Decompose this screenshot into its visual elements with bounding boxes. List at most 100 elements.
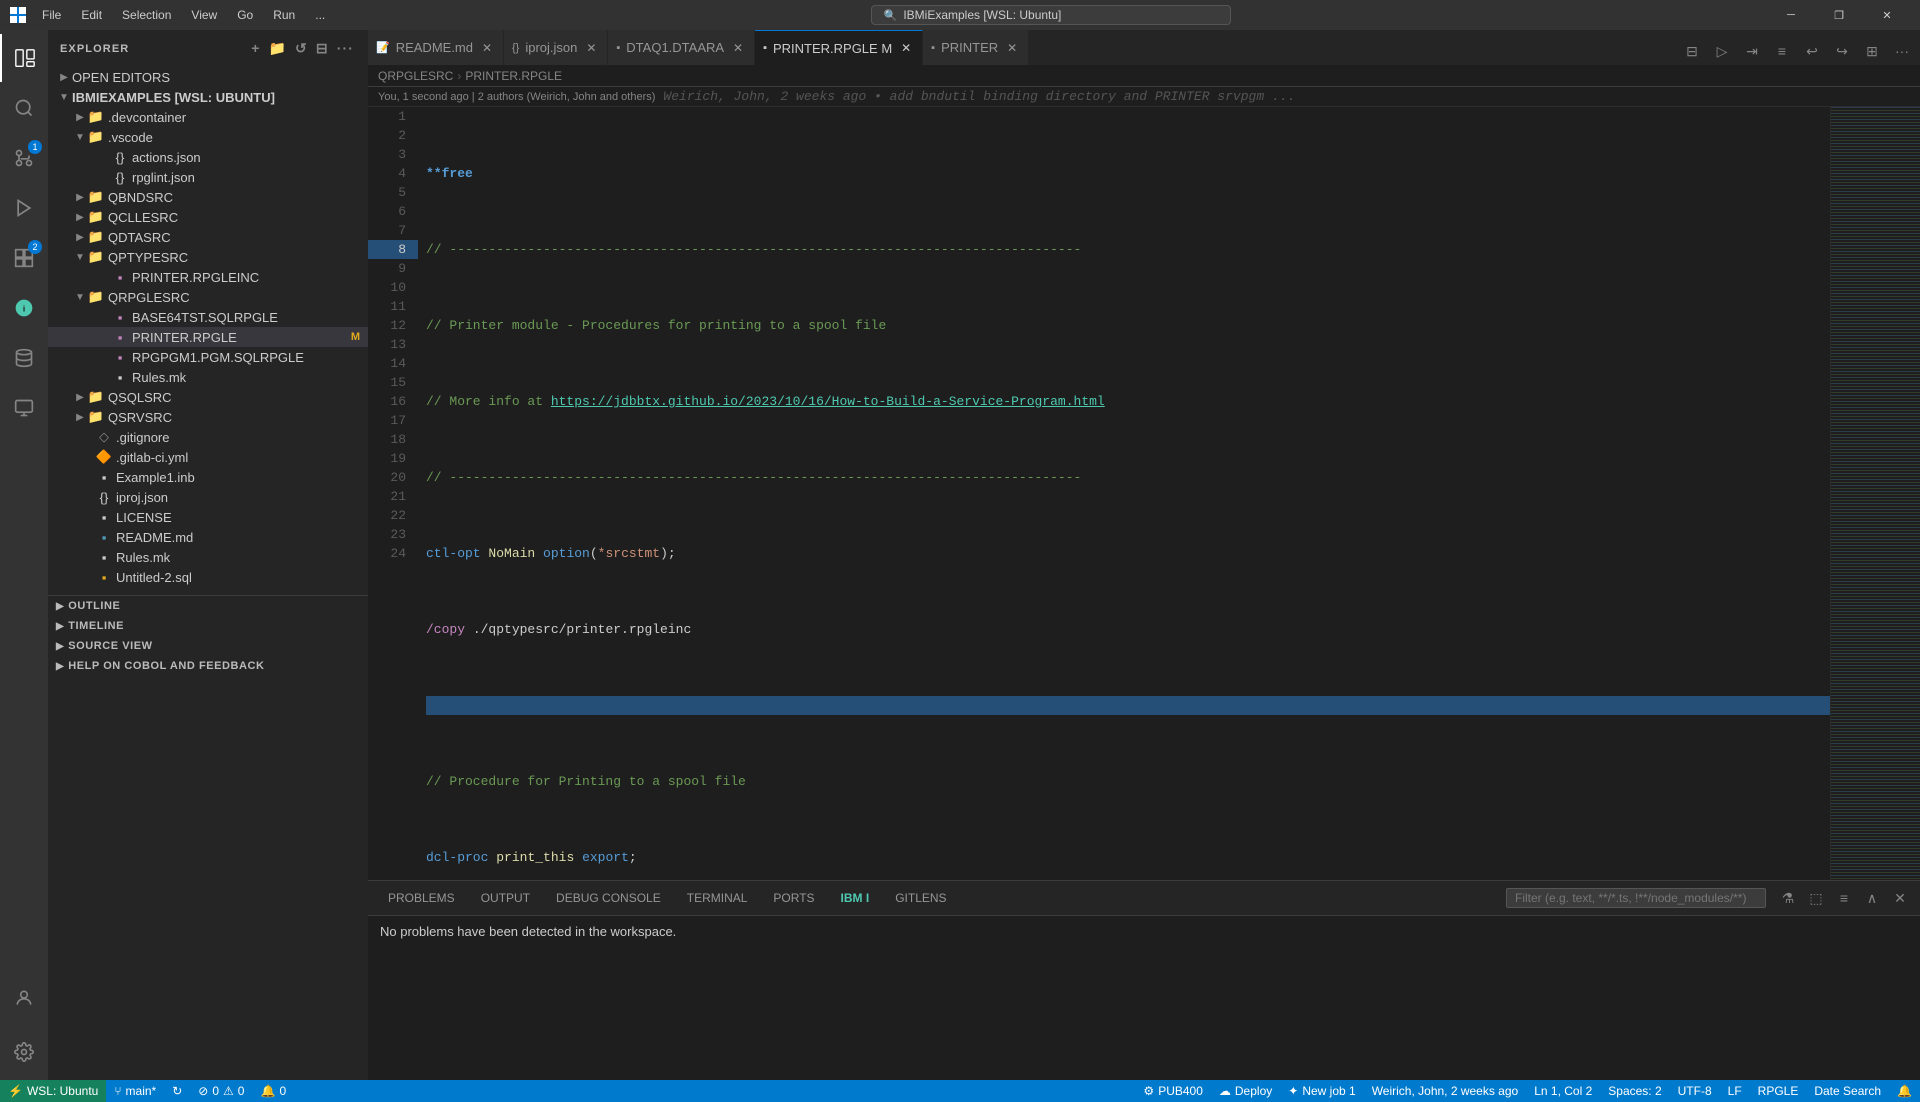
tab-readme[interactable]: 📝 README.md ✕ xyxy=(368,30,504,65)
sidebar-item-gitlab-ci[interactable]: 🔶 .gitlab-ci.yml xyxy=(48,447,368,467)
sidebar-item-qrpglesrc[interactable]: ▼ 📁 QRPGLESRC xyxy=(48,287,368,307)
run-debug-icon[interactable] xyxy=(0,184,48,232)
menu-go[interactable]: Go xyxy=(229,6,261,24)
sidebar-item-vscode[interactable]: ▼ 📁 .vscode xyxy=(48,127,368,147)
status-new-job[interactable]: ✦ New job 1 xyxy=(1280,1080,1363,1102)
sidebar-item-outline[interactable]: ▶ OUTLINE xyxy=(48,596,368,616)
undo-icon[interactable]: ↩ xyxy=(1798,37,1826,65)
status-wsl[interactable]: ⚡ WSL: Ubuntu xyxy=(0,1080,106,1102)
extensions-icon[interactable]: 2 xyxy=(0,234,48,282)
menu-run[interactable]: Run xyxy=(265,6,303,24)
printer2-tab-close[interactable]: ✕ xyxy=(1004,40,1020,56)
sidebar-item-license[interactable]: ▪ LICENSE xyxy=(48,507,368,527)
refresh-icon[interactable]: ↺ xyxy=(293,38,310,59)
list-icon[interactable]: ≡ xyxy=(1832,886,1856,910)
iproj-tab-close[interactable]: ✕ xyxy=(583,40,599,56)
panel-tab-problems[interactable]: PROBLEMS xyxy=(376,887,467,910)
panel-tab-gitlens[interactable]: GITLENS xyxy=(883,887,958,910)
breadcrumb-qrpglesrc[interactable]: QRPGLESRC xyxy=(378,69,453,83)
sidebar-item-gitignore[interactable]: ◇ .gitignore xyxy=(48,427,368,447)
remote-icon[interactable] xyxy=(0,384,48,432)
sidebar-item-untitled-sql[interactable]: ▪ Untitled-2.sql xyxy=(48,567,368,587)
debug-run-icon[interactable]: ⇥ xyxy=(1738,37,1766,65)
sidebar-item-qsqlsrc[interactable]: ▶ 📁 QSQLSRC xyxy=(48,387,368,407)
explorer-icon[interactable] xyxy=(0,34,48,82)
status-eol[interactable]: LF xyxy=(1720,1080,1750,1102)
sidebar-item-qcllesrc[interactable]: ▶ 📁 QCLLESRC xyxy=(48,207,368,227)
diff-icon[interactable]: ⊞ xyxy=(1858,37,1886,65)
breadcrumb-printer-rpgle[interactable]: PRINTER.RPGLE xyxy=(465,69,562,83)
sidebar-item-qsrvsrc[interactable]: ▶ 📁 QSRVSRC xyxy=(48,407,368,427)
sidebar-item-actions-json[interactable]: {} actions.json xyxy=(48,147,368,167)
close-panel-icon[interactable]: ✕ xyxy=(1888,886,1912,910)
sidebar-item-base64tst[interactable]: ▪ BASE64TST.SQLRPGLE xyxy=(48,307,368,327)
sidebar-item-iproj[interactable]: {} iproj.json xyxy=(48,487,368,507)
status-ln-col[interactable]: Ln 1, Col 2 xyxy=(1526,1080,1600,1102)
status-date-search[interactable]: Date Search xyxy=(1806,1080,1889,1102)
sidebar-item-printer-rpgleinc[interactable]: ▪ PRINTER.RPGLEINC xyxy=(48,267,368,287)
printer-tab-close[interactable]: ✕ xyxy=(898,40,914,56)
tab-iproj[interactable]: {} iproj.json ✕ xyxy=(504,30,608,65)
sidebar-item-help-cobol[interactable]: ▶ HELP ON COBOL AND FEEDBACK xyxy=(48,656,368,676)
menu-selection[interactable]: Selection xyxy=(114,6,179,24)
collapse-panel-icon[interactable]: ∧ xyxy=(1860,886,1884,910)
sidebar-item-qdtasrc[interactable]: ▶ 📁 QDTASRC xyxy=(48,227,368,247)
sidebar-item-timeline[interactable]: ▶ TIMELINE xyxy=(48,616,368,636)
tab-printer2[interactable]: ▪ PRINTER ✕ xyxy=(923,30,1029,65)
play-icon[interactable]: ▷ xyxy=(1708,37,1736,65)
source-control-icon[interactable]: 1 xyxy=(0,134,48,182)
status-deploy[interactable]: ☁ Deploy xyxy=(1211,1080,1280,1102)
menu-more[interactable]: ... xyxy=(307,6,333,24)
status-bell[interactable]: 🔔 0 xyxy=(252,1080,294,1102)
menu-file[interactable]: File xyxy=(34,6,69,24)
status-notifications[interactable]: 🔔 xyxy=(1889,1080,1920,1102)
sidebar-item-source-view[interactable]: ▶ SOURCE VIEW xyxy=(48,636,368,656)
code-editor[interactable]: 1 2 3 4 5 6 7 8 9 10 11 12 13 14 15 16 1 xyxy=(368,107,1920,880)
wrap-icon[interactable]: ⬚ xyxy=(1804,886,1828,910)
align-icon[interactable]: ≡ xyxy=(1768,37,1796,65)
account-icon[interactable] xyxy=(0,974,48,1022)
status-config[interactable]: ⚙ PUB400 xyxy=(1135,1080,1210,1102)
sidebar-item-readme[interactable]: ▪ README.md xyxy=(48,527,368,547)
status-errors[interactable]: ⊘ 0 ⚠ 0 xyxy=(190,1080,252,1102)
sidebar-item-rpgpgm1[interactable]: ▪ RPGPGM1.PGM.SQLRPGLE xyxy=(48,347,368,367)
dtaq1-tab-close[interactable]: ✕ xyxy=(730,40,746,56)
panel-filter-input[interactable] xyxy=(1506,888,1766,908)
more-tab-actions-icon[interactable]: ··· xyxy=(1888,37,1916,65)
title-search-box[interactable]: 🔍 IBMiExamples [WSL: Ubuntu] xyxy=(871,5,1231,25)
sidebar-item-printer-rpgle[interactable]: ▪ PRINTER.RPGLE M xyxy=(48,327,368,347)
sidebar-item-rpglint[interactable]: {} rpglint.json xyxy=(48,167,368,187)
panel-tab-ibmi[interactable]: IBM I xyxy=(829,887,882,910)
more-actions-icon[interactable]: ··· xyxy=(335,38,356,59)
code-text-4b[interactable]: https://jdbbtx.github.io/2023/10/16/How-… xyxy=(551,392,1105,411)
tab-printer-rpgle[interactable]: ▪ PRINTER.RPGLE M ✕ xyxy=(755,30,923,65)
tab-dtaq1[interactable]: ▪ DTAQ1.DTAARA ✕ xyxy=(608,30,755,65)
sidebar-item-open-editors[interactable]: ▶ OPEN EDITORS xyxy=(48,67,368,87)
maximize-button[interactable]: ❐ xyxy=(1816,0,1862,30)
code-content[interactable]: **free // ------------------------------… xyxy=(418,107,1830,880)
sidebar-item-root[interactable]: ▼ IBMIEXAMPLES [WSL: UBUNTU] xyxy=(48,87,368,107)
panel-tab-ports[interactable]: PORTS xyxy=(761,887,826,910)
collapse-all-icon[interactable]: ⊟ xyxy=(314,38,331,59)
minimize-button[interactable]: ─ xyxy=(1768,0,1814,30)
redo-icon[interactable]: ↪ xyxy=(1828,37,1856,65)
status-sync[interactable]: ↻ xyxy=(164,1080,190,1102)
sidebar-item-devcontainer[interactable]: ▶ 📁 .devcontainer xyxy=(48,107,368,127)
filter-icon[interactable]: ⚗ xyxy=(1776,886,1800,910)
panel-tab-debug-console[interactable]: DEBUG CONSOLE xyxy=(544,887,673,910)
panel-tab-terminal[interactable]: TERMINAL xyxy=(675,887,760,910)
new-file-icon[interactable]: + xyxy=(249,38,262,59)
sidebar-item-qptypesrc[interactable]: ▼ 📁 QPTYPESRC xyxy=(48,247,368,267)
split-editor-icon[interactable]: ⊟ xyxy=(1678,37,1706,65)
sidebar-item-example1[interactable]: ▪ Example1.inb xyxy=(48,467,368,487)
database-icon[interactable] xyxy=(0,334,48,382)
settings-icon[interactable] xyxy=(0,1028,48,1076)
menu-view[interactable]: View xyxy=(183,6,225,24)
search-icon[interactable] xyxy=(0,84,48,132)
ibmi-icon[interactable]: i xyxy=(0,284,48,332)
sidebar-item-rules-mk-qrpglesrc[interactable]: ▪ Rules.mk xyxy=(48,367,368,387)
status-encoding[interactable]: UTF-8 xyxy=(1670,1080,1720,1102)
status-git-user[interactable]: Weirich, John, 2 weeks ago xyxy=(1364,1080,1527,1102)
new-folder-icon[interactable]: 📁 xyxy=(266,38,289,59)
status-language[interactable]: RPGLE xyxy=(1750,1080,1807,1102)
